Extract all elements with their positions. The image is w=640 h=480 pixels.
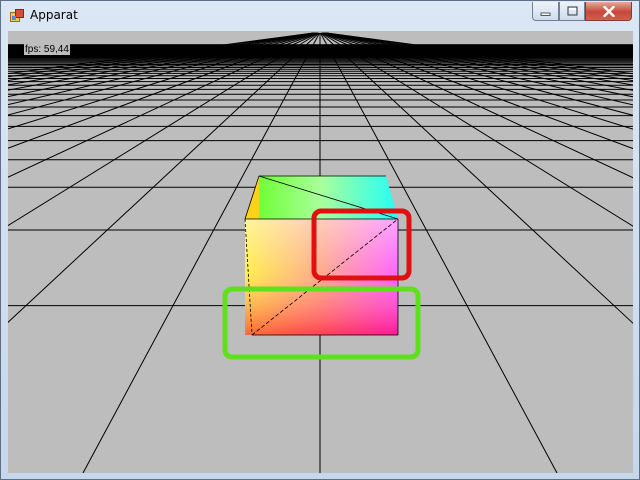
window-title: Apparat bbox=[30, 8, 78, 22]
close-button[interactable] bbox=[585, 2, 632, 21]
close-icon bbox=[602, 5, 615, 17]
maximize-button[interactable] bbox=[559, 2, 585, 21]
application-window: Apparat fps: 59,44 bbox=[0, 0, 640, 480]
minimize-button[interactable] bbox=[532, 2, 559, 21]
minimize-icon bbox=[540, 12, 551, 16]
app-window-icon[interactable] bbox=[10, 9, 24, 23]
title-bar[interactable]: Apparat bbox=[1, 1, 639, 31]
fps-counter: fps: 59,44 bbox=[24, 44, 70, 55]
render-viewport[interactable]: fps: 59,44 bbox=[8, 31, 633, 473]
maximize-icon bbox=[567, 6, 577, 16]
3d-scene[interactable] bbox=[8, 31, 633, 473]
rgb-cube bbox=[244, 175, 399, 336]
